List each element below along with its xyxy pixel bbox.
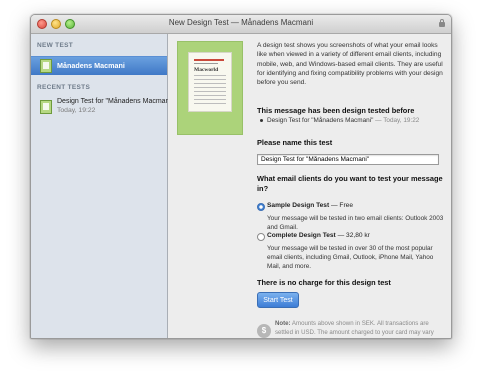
recent-test-title: Design Test for "Månadens Macmani" xyxy=(57,98,174,105)
complete-test-option[interactable]: Complete Design Test — 32,80 kr xyxy=(267,232,370,239)
title-bar: New Design Test — Månadens Macmani xyxy=(31,15,451,34)
note-text: Amounts above shown in SEK. All transact… xyxy=(275,320,434,338)
name-test-heading: Please name this test xyxy=(257,138,333,147)
email-clients-heading: What email clients do you want to test y… xyxy=(257,174,443,193)
recent-test-time: Today, 19:22 xyxy=(57,107,96,114)
sample-test-price: — Free xyxy=(329,202,353,209)
previous-test-time: Today, 19:22 xyxy=(383,117,420,124)
window-title: New Design Test — Månadens Macmani xyxy=(168,18,314,27)
sidebar-item-new-test[interactable]: Månadens Macmani xyxy=(31,56,167,75)
recent-tests-heading: RECENT TESTS xyxy=(37,84,91,91)
currency-note: Note: Amounts above shown in SEK. All tr… xyxy=(275,320,447,338)
main-content: Macworld A design test shows you screens… xyxy=(168,34,451,338)
dollar-icon: $ xyxy=(257,324,271,338)
lock-icon xyxy=(439,19,445,27)
sidebar-item-recent-test[interactable]: Design Test for "Månadens Macmani" Today… xyxy=(31,98,174,118)
complete-test-price: — 32,80 kr xyxy=(335,232,370,239)
complete-test-radio[interactable] xyxy=(257,233,265,241)
preview-header-line xyxy=(194,59,224,61)
bullet-icon xyxy=(260,118,263,122)
sample-test-description: Your message will be tested in two email… xyxy=(267,215,444,231)
sample-test-radio[interactable] xyxy=(257,203,265,211)
new-test-heading: NEW TEST xyxy=(37,42,73,49)
no-charge-heading: There is no charge for this design test xyxy=(257,278,391,287)
previous-test-separator: — xyxy=(373,117,384,124)
preview-card: Macworld xyxy=(188,52,232,112)
sample-test-label: Sample Design Test xyxy=(267,202,330,209)
newsletter-document-icon xyxy=(40,59,52,73)
complete-test-label: Complete Design Test xyxy=(267,232,336,239)
test-name-input[interactable] xyxy=(257,154,439,165)
start-test-button[interactable]: Start Test xyxy=(257,292,299,308)
app-window: New Design Test — Månadens Macmani NEW T… xyxy=(30,14,452,339)
preview-subline xyxy=(194,63,218,64)
newsletter-document-icon xyxy=(40,100,52,114)
tested-before-heading: This message has been design tested befo… xyxy=(257,106,415,115)
intro-description: A design test shows you screenshots of w… xyxy=(257,42,443,87)
previous-test-item[interactable]: Design Test for "Månadens Macmani" — Tod… xyxy=(260,117,419,124)
sample-test-option[interactable]: Sample Design Test — Free xyxy=(267,202,353,209)
note-label: Note: xyxy=(275,320,291,327)
sidebar: NEW TEST Månadens Macmani RECENT TESTS D… xyxy=(31,34,174,338)
previous-test-title: Design Test for "Månadens Macmani" xyxy=(267,117,374,124)
preview-text-lines xyxy=(194,75,226,105)
sidebar-item-label: Månadens Macmani xyxy=(57,61,125,70)
email-preview-thumbnail: Macworld xyxy=(177,41,243,135)
preview-brand: Macworld xyxy=(194,67,219,73)
complete-test-description: Your message will be tested in over 30 o… xyxy=(267,245,434,270)
